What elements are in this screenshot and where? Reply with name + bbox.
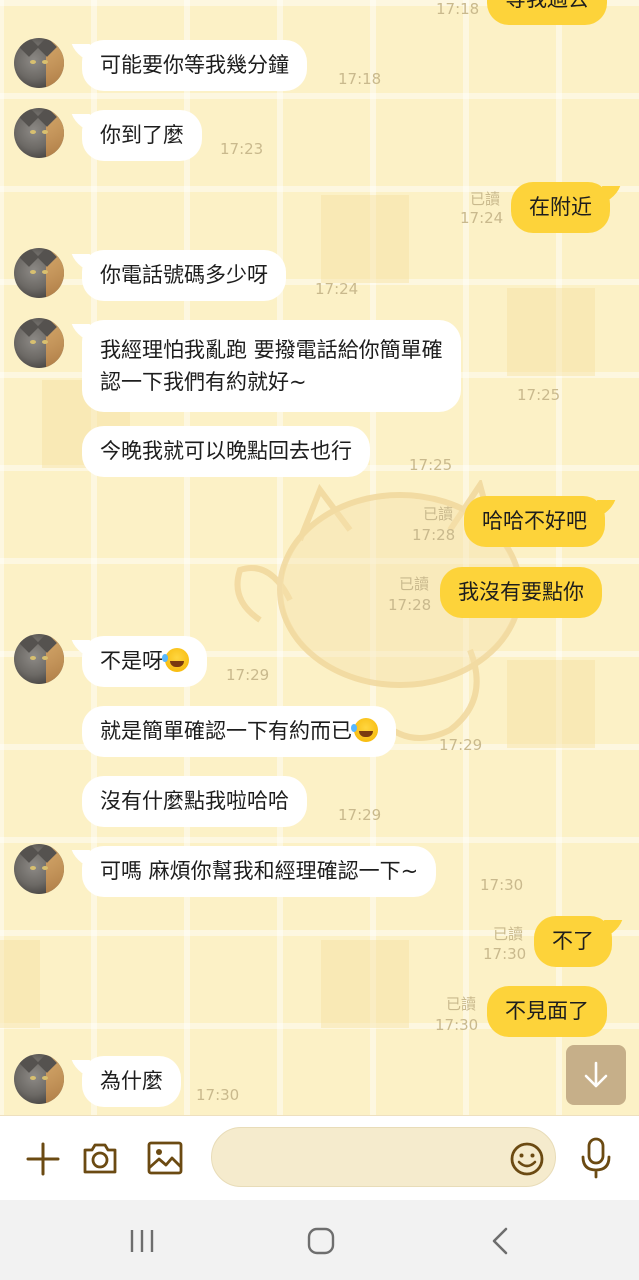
their-message-bubble[interactable]: 我經理怕我亂跑 要撥電話給你簡單確 認一下我們有約就好~ [82,320,461,412]
message-time: 17:29 [338,806,382,824]
my-message-bubble[interactable]: 不見面了 [487,986,607,1037]
message-time: 17:30 [435,1016,479,1034]
message-time: 17:28 [412,526,456,544]
message-time: 17:24 [315,280,359,298]
scroll-to-bottom-button[interactable] [566,1045,626,1105]
contact-avatar[interactable] [14,634,64,684]
their-message-bubble[interactable]: 為什麼 [82,1056,181,1107]
contact-avatar[interactable] [14,108,64,158]
message-time: 17:25 [409,456,453,474]
recent-apps-icon[interactable] [128,1228,156,1254]
message-time: 17:30 [196,1086,240,1104]
message-time: 17:30 [483,945,527,963]
rofl-emoji-icon [162,648,189,672]
message-time: 17:29 [226,666,270,684]
message-time: 17:18 [338,70,382,88]
read-receipt: 已讀 [399,575,430,593]
message-input[interactable] [211,1127,556,1187]
read-receipt: 已讀 [470,190,501,208]
my-message-bubble[interactable]: 等我過去 [487,0,607,25]
rofl-emoji-icon [351,718,378,742]
their-message-bubble[interactable]: 你電話號碼多少呀 [82,250,286,301]
contact-avatar[interactable] [14,318,64,368]
read-receipt: 已讀 [493,925,524,943]
message-time: 17:24 [460,209,504,227]
message-line: 認一下我們有約就好~ [100,370,307,394]
message-input-bar [0,1115,639,1202]
system-navigation-bar [0,1200,639,1280]
contact-avatar[interactable] [14,248,64,298]
message-time: 17:23 [220,140,264,158]
contact-avatar[interactable] [14,1054,64,1104]
message-time: 17:29 [439,736,483,754]
arrow-down-icon [584,1061,608,1088]
my-message-bubble[interactable]: 在附近 [511,182,610,233]
their-message-bubble[interactable]: 不是呀 [82,636,207,687]
message-time: 17:28 [388,596,432,614]
read-receipt: 已讀 [446,995,477,1013]
message-time: 17:25 [517,386,561,404]
their-message-bubble[interactable]: 就是簡單確認一下有約而已 [82,706,396,757]
message-time: 17:30 [480,876,524,894]
my-message-bubble[interactable]: 我沒有要點你 [440,567,602,618]
microphone-icon[interactable] [578,1136,614,1180]
their-message-bubble[interactable]: 可嗎 麻煩你幫我和經理確認一下~ [82,846,437,897]
plus-icon[interactable] [25,1141,61,1177]
smiley-icon[interactable] [508,1140,546,1178]
message-line: 我經理怕我亂跑 要撥電話給你簡單確 [100,338,443,362]
message-text: 不是呀 [100,649,163,673]
back-icon[interactable] [489,1226,511,1256]
read-receipt: 已讀 [423,505,454,523]
message-text: 就是簡單確認一下有約而已 [100,719,352,743]
contact-avatar[interactable] [14,844,64,894]
their-message-bubble[interactable]: 沒有什麼點我啦哈哈 [82,776,307,827]
contact-avatar[interactable] [14,38,64,88]
image-icon[interactable] [145,1138,185,1178]
my-message-bubble[interactable]: 哈哈不好吧 [464,496,605,547]
their-message-bubble[interactable]: 今晚我就可以晚點回去也行 [82,426,370,477]
camera-icon[interactable] [80,1138,120,1178]
home-icon[interactable] [306,1227,336,1255]
message-time: 17:18 [436,0,480,18]
my-message-bubble[interactable]: 不了 [534,916,612,967]
their-message-bubble[interactable]: 你到了麼 [82,110,202,161]
their-message-bubble[interactable]: 可能要你等我幾分鐘 [82,40,307,91]
